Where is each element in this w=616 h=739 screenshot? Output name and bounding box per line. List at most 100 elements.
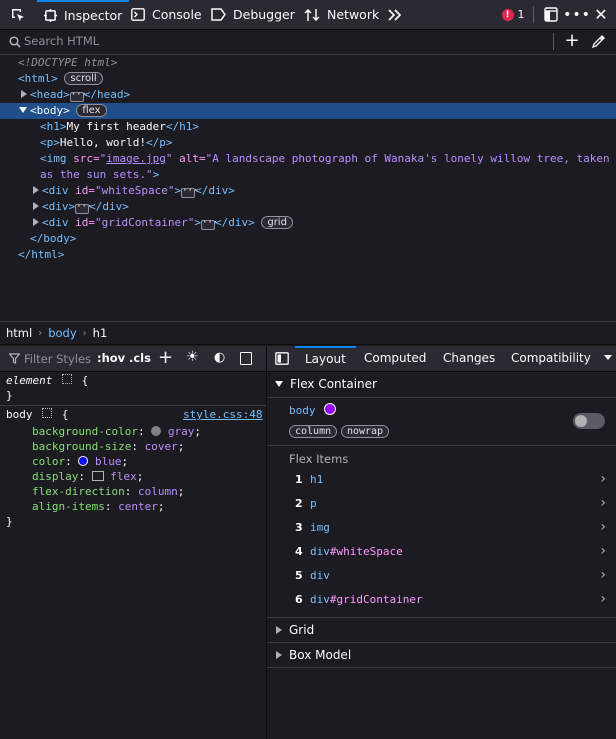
- tabs-dropdown-icon[interactable]: [604, 355, 612, 360]
- more-tools-button[interactable]: [384, 0, 406, 29]
- flex-item-row[interactable]: 1 h1: [295, 470, 323, 490]
- chevron-right-icon[interactable]: ›: [600, 543, 606, 559]
- chevron-right-icon[interactable]: ›: [600, 591, 606, 607]
- tab-inspector[interactable]: Inspector: [37, 0, 130, 29]
- stylesheet-source-link[interactable]: style.css:48: [183, 407, 262, 422]
- search-html-input[interactable]: Search HTML: [24, 34, 99, 48]
- flex-item-row[interactable]: 3 img: [295, 518, 330, 538]
- tab-debugger[interactable]: Debugger: [211, 0, 295, 29]
- color-swatch[interactable]: [151, 426, 162, 436]
- flex-badge[interactable]: flex: [76, 104, 107, 117]
- property-value[interactable]: column: [138, 485, 178, 498]
- tab-console-label: Console: [152, 7, 202, 22]
- box-model-section-header[interactable]: Box Model: [267, 643, 616, 668]
- body-close-node[interactable]: </body>: [0, 231, 616, 247]
- declaration-flex-direction[interactable]: flex-direction: column;: [32, 484, 184, 499]
- classes-button[interactable]: .cls: [129, 351, 151, 365]
- flex-overlay-toggle[interactable]: [573, 413, 605, 429]
- toggle-sidebar-icon[interactable]: [275, 352, 289, 365]
- property-name[interactable]: flex-direction: [32, 485, 125, 498]
- dock-options-button[interactable]: [540, 0, 562, 29]
- declaration-background-size[interactable]: background-size: cover;: [32, 439, 184, 454]
- flex-item-row[interactable]: 5 div: [295, 566, 330, 586]
- p-node[interactable]: <p>Hello, world!</p>: [0, 135, 616, 151]
- flex-item-number: 6: [295, 593, 303, 606]
- flex-item-row[interactable]: 2p: [295, 494, 317, 514]
- grid-section-header[interactable]: Grid: [267, 618, 616, 643]
- tab-console[interactable]: Console: [131, 0, 202, 29]
- property-name[interactable]: background-color: [32, 425, 138, 438]
- scroll-badge[interactable]: scroll: [64, 72, 103, 85]
- tab-compatibility[interactable]: Compatibility: [511, 346, 591, 371]
- error-count-button[interactable]: ! 1: [500, 0, 526, 29]
- collapsed-ellipsis-icon[interactable]: ···: [181, 187, 198, 198]
- chevron-right-icon[interactable]: ›: [600, 495, 606, 511]
- html-node[interactable]: <html> scroll: [0, 71, 616, 87]
- tab-layout[interactable]: Layout: [295, 346, 356, 371]
- collapse-body-icon[interactable]: [19, 107, 27, 113]
- dark-theme-icon[interactable]: ◐: [214, 350, 225, 365]
- grid-badge[interactable]: grid: [261, 216, 293, 229]
- property-name[interactable]: color: [32, 455, 65, 468]
- flex-container-element[interactable]: body: [289, 403, 337, 418]
- flex-container-section-header[interactable]: Flex Container: [267, 372, 616, 397]
- declaration-background-color[interactable]: background-color: gray;: [32, 424, 201, 439]
- flexbox-highlighter-icon[interactable]: [91, 471, 104, 481]
- collapsed-ellipsis-icon[interactable]: ···: [200, 219, 218, 230]
- flex-item-row[interactable]: 6 div#gridContainer: [295, 590, 423, 610]
- collapsed-ellipsis-icon[interactable]: ···: [69, 91, 87, 102]
- more-options-button[interactable]: •••: [563, 0, 590, 29]
- h1-node[interactable]: <h1>My first header</h1>: [0, 119, 616, 135]
- img-node[interactable]: <img src="image.jpg" alt="A landscape ph…: [0, 151, 616, 167]
- property-name[interactable]: background-size: [32, 440, 131, 453]
- chevron-right-icon[interactable]: ›: [600, 567, 606, 583]
- grid-highlighter-icon[interactable]: [61, 374, 72, 384]
- property-value[interactable]: cover: [145, 440, 178, 453]
- flex-item-row[interactable]: 4 div#whiteSpace: [295, 542, 403, 562]
- property-name[interactable]: display: [32, 470, 78, 483]
- tab-changes[interactable]: Changes: [443, 346, 495, 371]
- add-node-button[interactable]: +: [561, 27, 583, 55]
- breadcrumb-body[interactable]: body: [42, 326, 82, 340]
- grid-highlighter-icon[interactable]: [42, 408, 53, 418]
- chevron-right-icon[interactable]: ›: [600, 471, 606, 487]
- add-rule-button[interactable]: +: [158, 347, 173, 368]
- property-name[interactable]: align-items: [32, 500, 105, 513]
- tab-computed[interactable]: Computed: [364, 346, 426, 371]
- body-node[interactable]: <body> flex: [0, 103, 616, 119]
- light-theme-icon[interactable]: ☀: [186, 349, 199, 365]
- doctype-node[interactable]: <!DOCTYPE html>: [0, 55, 616, 71]
- div-node[interactable]: <div>···</div>: [0, 199, 616, 215]
- tab-network[interactable]: Network: [304, 0, 379, 29]
- div-gridcontainer-node[interactable]: <div id="gridContainer">···</div> grid: [0, 215, 616, 231]
- property-value[interactable]: flex: [110, 470, 137, 483]
- body-selector[interactable]: body: [6, 408, 33, 421]
- close-devtools-button[interactable]: ✕: [590, 0, 612, 29]
- html-close-node[interactable]: </html>: [0, 247, 616, 263]
- div-whitespace-node[interactable]: <div id="whiteSpace">···</div>: [0, 183, 616, 199]
- color-swatch[interactable]: [78, 456, 89, 466]
- chevron-right-icon[interactable]: ›: [600, 519, 606, 535]
- hover-pseudo-button[interactable]: :hov: [97, 351, 125, 365]
- property-value[interactable]: center: [118, 500, 158, 513]
- expand-div-icon[interactable]: [33, 202, 39, 210]
- element-picker-button[interactable]: [4, 0, 32, 29]
- expand-div-grid-icon[interactable]: [33, 218, 39, 226]
- expand-head-icon[interactable]: [21, 90, 27, 98]
- flex-overlay-color-swatch[interactable]: [324, 403, 337, 415]
- head-node[interactable]: <head>···</head>: [0, 87, 616, 103]
- img-src-link[interactable]: image.jpg: [106, 152, 166, 165]
- alt-value-line2: as the sun sets.": [40, 168, 153, 181]
- declaration-color[interactable]: color: blue;: [32, 454, 128, 469]
- eyedropper-button[interactable]: [588, 27, 610, 55]
- collapsed-ellipsis-icon[interactable]: ···: [75, 203, 92, 214]
- print-media-icon[interactable]: [240, 352, 252, 365]
- breadcrumb-html[interactable]: html: [0, 326, 38, 340]
- property-value[interactable]: blue: [95, 455, 122, 468]
- declaration-align-items[interactable]: align-items: center;: [32, 499, 164, 514]
- filter-styles-input[interactable]: Filter Styles: [24, 352, 91, 366]
- declaration-display[interactable]: display: flex;: [32, 469, 143, 484]
- breadcrumb-h1[interactable]: h1: [87, 326, 114, 340]
- expand-div-whitespace-icon[interactable]: [33, 186, 39, 194]
- property-value[interactable]: gray: [168, 425, 195, 438]
